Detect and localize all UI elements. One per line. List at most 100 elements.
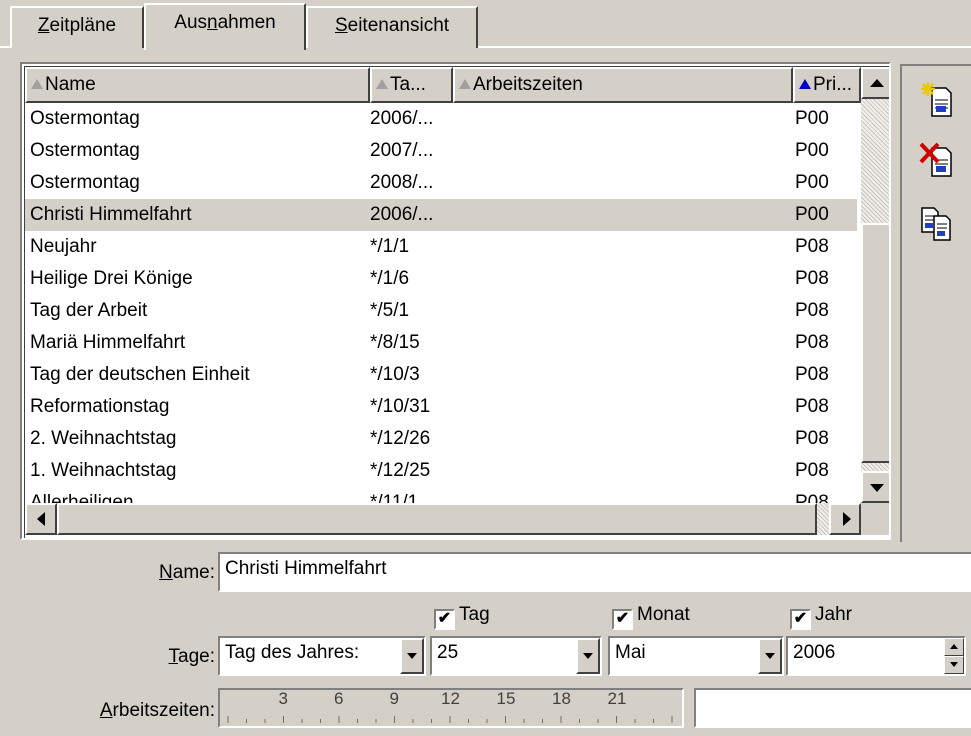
horizontal-scrollbar[interactable] <box>25 503 861 535</box>
toolbar-panel <box>900 64 971 542</box>
scroll-thumb[interactable] <box>861 223 889 463</box>
cell-tag: */12/26 <box>370 428 431 449</box>
list-row[interactable]: Ostermontag 2008/... P00 <box>25 167 857 199</box>
arbeitszeiten-time-ruler[interactable]: 3 6 9 12 15 18 21 <box>218 688 684 728</box>
cell-pri: P00 <box>795 172 829 193</box>
list-row[interactable]: Reformationstag */10/31 P08 <box>25 391 857 423</box>
duplicate-button[interactable] <box>918 202 954 242</box>
list-row[interactable]: Neujahr */1/1 P08 <box>25 231 857 263</box>
column-header-name[interactable]: Name <box>25 67 370 103</box>
cell-name: Christi Himmelfahrt <box>30 204 192 225</box>
cell-pri: P08 <box>795 236 829 257</box>
arrow-down-icon <box>870 484 884 492</box>
cell-tag: 2006/... <box>370 108 434 129</box>
dropdown-button[interactable] <box>400 638 424 674</box>
jahr-checkbox[interactable]: ✔ Jahr <box>790 604 852 630</box>
list-row[interactable]: Tag der Arbeit */5/1 P08 <box>25 295 857 327</box>
jahr-spinner[interactable]: 2006 <box>786 636 966 676</box>
list-row[interactable]: Christi Himmelfahrt 2006/... P00 <box>25 199 857 231</box>
checkbox-check-icon: ✔ <box>434 609 455 630</box>
scroll-left-button[interactable] <box>25 503 57 535</box>
column-header-tag[interactable]: Ta... <box>370 67 453 103</box>
list-row[interactable]: Mariä Himmelfahrt */8/15 P08 <box>25 327 857 359</box>
dropdown-button[interactable] <box>758 638 782 674</box>
cell-tag: */12/25 <box>370 460 431 481</box>
list-row[interactable]: Ostermontag 2006/... P00 <box>25 103 857 135</box>
duplicate-document-icon <box>921 207 951 241</box>
list-row[interactable]: Tag der deutschen Einheit */10/3 P08 <box>25 359 857 391</box>
arrow-right-icon <box>843 512 851 526</box>
cell-tag: */1/1 <box>370 236 410 257</box>
cell-pri: P08 <box>795 396 829 417</box>
ruler-hour-label: 12 <box>441 689 460 708</box>
cell-tag: */10/3 <box>370 364 420 385</box>
exceptions-list[interactable]: Name Ta... Arbeitszeiten Pri... Ostermon… <box>20 62 891 540</box>
cell-pri: P08 <box>795 300 829 321</box>
delete-document-icon <box>919 142 952 177</box>
cell-name: Reformationstag <box>30 396 170 417</box>
arrow-up-icon <box>870 79 884 87</box>
tag-select[interactable]: 25 <box>430 636 602 676</box>
vertical-scrollbar[interactable] <box>861 67 889 511</box>
scroll-track-upper[interactable] <box>861 99 889 223</box>
scroll-track-lower[interactable] <box>861 463 889 471</box>
spinner-down-icon[interactable] <box>944 656 964 674</box>
ruler-hour-label: 3 <box>278 689 288 708</box>
column-header-priority[interactable]: Pri... <box>793 67 861 103</box>
arbeitszeiten-label: Arbeitszeiten: <box>99 700 215 721</box>
monat-checkbox[interactable]: ✔ Monat <box>612 604 690 630</box>
cell-name: Ostermontag <box>30 172 140 193</box>
scroll-down-button[interactable] <box>861 471 889 503</box>
column-header-arbeitszeiten[interactable]: Arbeitszeiten <box>453 67 793 103</box>
cell-pri: P08 <box>795 364 829 385</box>
cell-name: 2. Weihnachtstag <box>30 428 177 449</box>
cell-tag: 2006/... <box>370 204 434 225</box>
list-row[interactable]: Heilige Drei Könige */1/6 P08 <box>25 263 857 295</box>
delete-button[interactable] <box>918 140 954 180</box>
cell-pri: P00 <box>795 140 829 161</box>
cell-tag: */5/1 <box>370 300 410 321</box>
cell-name: Neujahr <box>30 236 97 257</box>
spinner-buttons[interactable] <box>944 638 964 674</box>
tag-checkbox[interactable]: ✔ Tag <box>434 604 490 630</box>
cell-name: Mariä Himmelfahrt <box>30 332 186 353</box>
cell-pri: P08 <box>795 268 829 289</box>
cell-tag: */10/31 <box>370 396 431 417</box>
new-button[interactable] <box>918 80 954 120</box>
new-document-icon <box>921 82 952 117</box>
name-label: Name: <box>159 562 215 583</box>
tab-seitenansicht[interactable]: Seitenansicht <box>306 6 478 48</box>
scroll-up-button[interactable] <box>861 67 889 99</box>
spinner-up-icon[interactable] <box>944 638 964 656</box>
cell-pri: P08 <box>795 332 829 353</box>
dropdown-button[interactable] <box>576 638 600 674</box>
name-field[interactable]: Christi Himmelfahrt <box>218 552 971 592</box>
cell-pri: P08 <box>795 428 829 449</box>
cell-pri: P08 <box>795 460 829 481</box>
arbeitszeiten-field[interactable] <box>694 688 971 728</box>
sort-indicator-icon <box>376 79 388 89</box>
list-row[interactable]: 2. Weihnachtstag */12/26 P08 <box>25 423 857 455</box>
cell-tag: */8/15 <box>370 332 420 353</box>
cell-name: 1. Weihnachtstag <box>30 460 177 481</box>
tage-type-select[interactable]: Tag des Jahres: <box>218 636 426 676</box>
cell-tag: 2008/... <box>370 172 434 193</box>
cell-name: Tag der Arbeit <box>30 300 148 321</box>
chevron-down-icon <box>583 653 593 659</box>
cell-tag: */1/6 <box>370 268 410 289</box>
scroll-track-right[interactable] <box>817 503 829 535</box>
cell-tag: 2007/... <box>370 140 434 161</box>
tab-zeitplaene[interactable]: Zeitpläne <box>10 6 144 48</box>
tab-label: Seitenansicht <box>334 15 450 36</box>
list-row[interactable]: 1. Weihnachtstag */12/25 P08 <box>25 455 857 487</box>
ruler-hour-label: 18 <box>552 689 571 708</box>
tab-ausnahmen[interactable]: Ausnahmen <box>144 3 306 50</box>
ruler-hour-label: 21 <box>607 689 627 708</box>
scroll-thumb-horizontal[interactable] <box>57 503 817 535</box>
tab-label: Ausnahmen <box>174 12 276 33</box>
monat-select[interactable]: Mai <box>608 636 784 676</box>
scroll-right-button[interactable] <box>829 503 861 535</box>
list-row[interactable]: Ostermontag 2007/... P00 <box>25 135 857 167</box>
ruler-hour-label: 9 <box>389 689 399 708</box>
ruler-hour-label: 15 <box>496 689 516 708</box>
